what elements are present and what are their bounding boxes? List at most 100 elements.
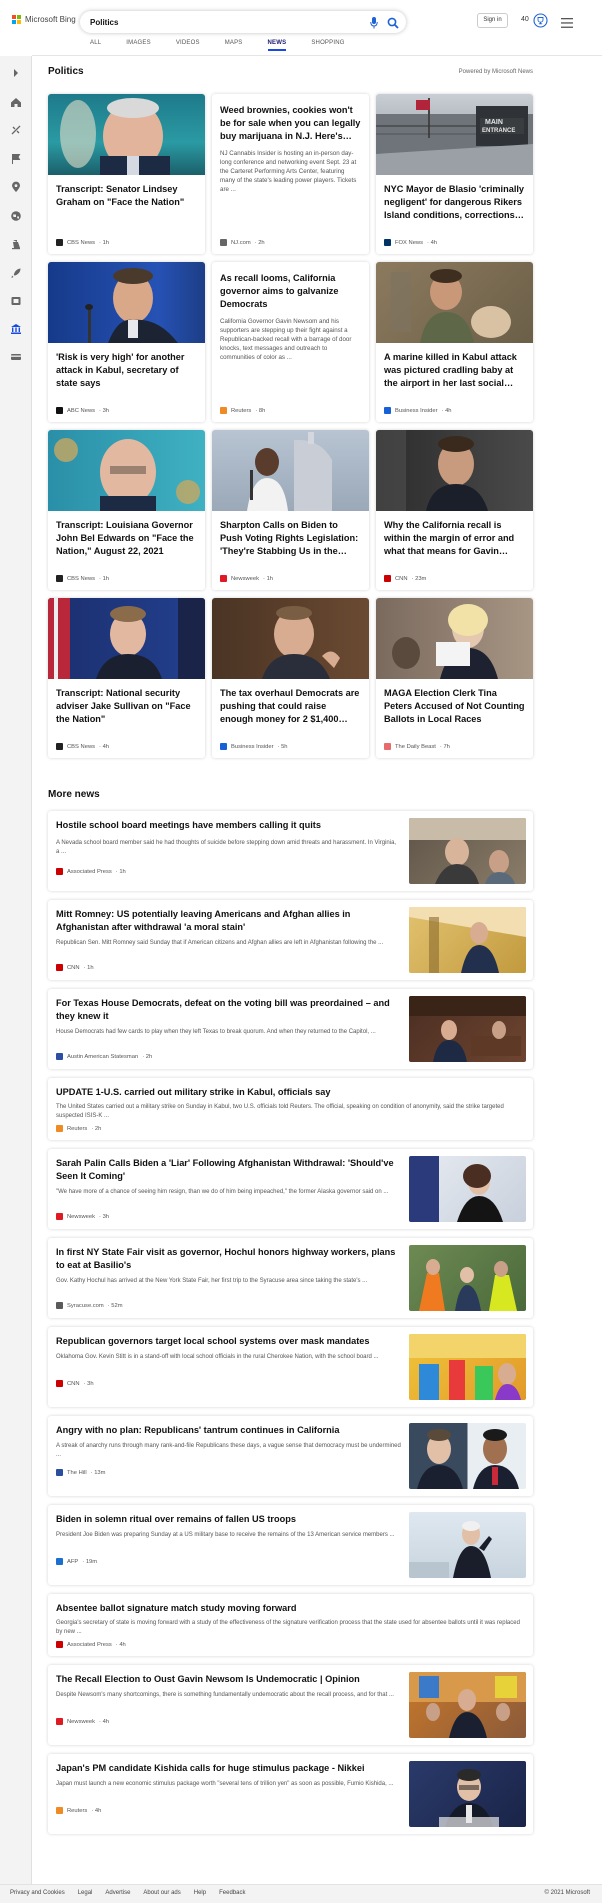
list-item[interactable]: Angry with no plan: Republicans' tantrum… <box>48 1416 533 1496</box>
news-image <box>212 598 369 679</box>
news-title: Japan's PM candidate Kishida calls for h… <box>56 1763 365 1773</box>
news-source: Associated Press · 1h <box>56 868 126 875</box>
source-logo-icon <box>56 964 63 971</box>
list-item[interactable]: Republican governors target local school… <box>48 1327 533 1407</box>
footer-link-legal[interactable]: Legal <box>78 1890 93 1896</box>
hamburger-menu-icon[interactable] <box>561 15 573 33</box>
news-thumbnail <box>409 907 526 973</box>
entertainment-icon[interactable] <box>10 294 22 306</box>
news-snippet: Japan must launch a new economic stimulu… <box>56 1781 394 1787</box>
globe-icon[interactable] <box>10 209 22 221</box>
footer-link-feedback[interactable]: Feedback <box>219 1890 245 1896</box>
sports-icon[interactable] <box>10 123 22 135</box>
news-title: Hostile school board meetings have membe… <box>56 820 321 830</box>
list-item[interactable]: Biden in solemn ritual over remains of f… <box>48 1505 533 1585</box>
news-source: Reuters · 2h <box>56 1125 101 1132</box>
list-item[interactable]: UPDATE 1-U.S. carried out military strik… <box>48 1078 533 1140</box>
list-item[interactable]: Japan's PM candidate Kishida calls for h… <box>48 1754 533 1834</box>
top-header: Microsoft Bing Sign in 40 ALL IMAGES VID… <box>0 0 602 56</box>
news-source: Newsweek · 3h <box>56 1213 109 1220</box>
tab-images[interactable]: IMAGES <box>126 40 151 51</box>
news-source: Reuters · 8h <box>220 407 265 414</box>
news-title: As recall looms, California governor aim… <box>220 273 339 309</box>
tab-all[interactable]: ALL <box>90 40 101 51</box>
home-icon[interactable] <box>10 95 22 107</box>
news-source: CNN · 1h <box>56 964 94 971</box>
news-thumbnail <box>409 1245 526 1311</box>
list-item[interactable]: Mitt Romney: US potentially leaving Amer… <box>48 900 533 980</box>
news-snippet: The United States carried out a military… <box>56 1104 504 1119</box>
trophy-icon[interactable] <box>533 13 548 33</box>
source-logo-icon <box>384 239 391 246</box>
more-news-title: More news <box>48 789 100 800</box>
tab-videos[interactable]: VIDEOS <box>176 40 200 51</box>
source-logo-icon <box>220 575 227 582</box>
tab-maps[interactable]: MAPS <box>225 40 243 51</box>
news-source: FOX News · 4h <box>384 239 437 246</box>
news-card[interactable]: Why the California recall is within the … <box>376 430 533 590</box>
politics-icon[interactable] <box>10 322 22 334</box>
list-item[interactable]: Hostile school board meetings have membe… <box>48 811 533 891</box>
news-card[interactable]: Transcript: Senator Lindsey Graham on "F… <box>48 94 205 254</box>
news-snippet: A Nevada school board member said he had… <box>56 840 397 855</box>
news-title: NYC Mayor de Blasio 'criminally negligen… <box>384 184 525 220</box>
news-snippet: House Democrats had few cards to play wh… <box>56 1029 376 1035</box>
category-sidebar <box>0 56 32 1886</box>
footer-link-privacy[interactable]: Privacy and Cookies <box>10 1890 65 1896</box>
rocket-icon[interactable] <box>10 266 22 278</box>
source-logo-icon <box>56 239 63 246</box>
news-source: Syracuse.com · 52m <box>56 1302 123 1309</box>
news-snippet: Republican Sen. Mitt Romney said Sunday … <box>56 940 384 946</box>
list-item[interactable]: Sarah Palin Calls Biden a 'Liar' Followi… <box>48 1149 533 1229</box>
news-source: CBS News · 4h <box>56 743 109 750</box>
list-item[interactable]: For Texas House Democrats, defeat on the… <box>48 989 533 1069</box>
news-snippet: President Joe Biden was preparing Sunday… <box>56 1532 395 1538</box>
news-thumbnail <box>409 1672 526 1738</box>
location-icon[interactable] <box>10 180 22 192</box>
list-item[interactable]: Absentee ballot signature match study mo… <box>48 1594 533 1656</box>
news-card[interactable]: A marine killed in Kabul attack was pict… <box>376 262 533 422</box>
tab-shopping[interactable]: SHOPPING <box>311 40 344 51</box>
news-source: ABC News · 3h <box>56 407 109 414</box>
header-divider <box>32 55 602 56</box>
news-image <box>376 262 533 343</box>
news-card[interactable]: Transcript: Louisiana Governor John Bel … <box>48 430 205 590</box>
news-title: Sarah Palin Calls Biden a 'Liar' Followi… <box>56 1158 394 1181</box>
news-card[interactable]: MAIN ENTRANCE NYC Mayor de Blasio 'crimin… <box>376 94 533 254</box>
search-icon[interactable] <box>387 16 399 34</box>
news-card[interactable]: Transcript: National security adviser Ja… <box>48 598 205 758</box>
news-card[interactable]: MAGA Election Clerk Tina Peters Accused … <box>376 598 533 758</box>
news-source: Business Insider · 5h <box>220 743 288 750</box>
list-item[interactable]: The Recall Election to Oust Gavin Newsom… <box>48 1665 533 1745</box>
science-icon[interactable] <box>10 237 22 250</box>
mic-icon[interactable] <box>370 16 378 34</box>
news-title: Transcript: Senator Lindsey Graham on "F… <box>56 184 185 207</box>
news-source: Business Insider · 4h <box>384 407 452 414</box>
rewards-count[interactable]: 40 <box>521 16 529 23</box>
money-icon[interactable] <box>10 350 22 362</box>
list-item[interactable]: In first NY State Fair visit as governor… <box>48 1238 533 1318</box>
search-input[interactable] <box>90 15 320 29</box>
footer-link-about-ads[interactable]: About our ads <box>143 1890 180 1896</box>
flag-icon[interactable] <box>10 152 22 164</box>
news-title: Why the California recall is within the … <box>384 520 515 556</box>
footer-link-advertise[interactable]: Advertise <box>105 1890 130 1896</box>
signin-button[interactable]: Sign in <box>477 13 508 28</box>
tab-news[interactable]: NEWS <box>267 40 287 51</box>
source-logo-icon <box>56 1469 63 1476</box>
source-logo-icon <box>56 1718 63 1725</box>
news-thumbnail <box>409 1512 526 1578</box>
news-card[interactable]: 'Risk is very high' for another attack i… <box>48 262 205 422</box>
source-logo-icon <box>384 407 391 414</box>
news-card[interactable]: As recall looms, California governor aim… <box>212 262 369 422</box>
source-logo-icon <box>56 1213 63 1220</box>
news-source: Newsweek · 4h <box>56 1718 109 1725</box>
source-logo-icon <box>56 743 63 750</box>
news-card[interactable]: Weed brownies, cookies won't be for sale… <box>212 94 369 254</box>
news-source: AFP · 19m <box>56 1558 97 1565</box>
news-card[interactable]: Sharpton Calls on Biden to Push Voting R… <box>212 430 369 590</box>
news-card[interactable]: The tax overhaul Democrats are pushing t… <box>212 598 369 758</box>
footer-link-help[interactable]: Help <box>194 1890 206 1896</box>
expand-arrow-icon[interactable] <box>10 66 22 78</box>
bing-logo[interactable]: Microsoft Bing <box>12 15 76 24</box>
